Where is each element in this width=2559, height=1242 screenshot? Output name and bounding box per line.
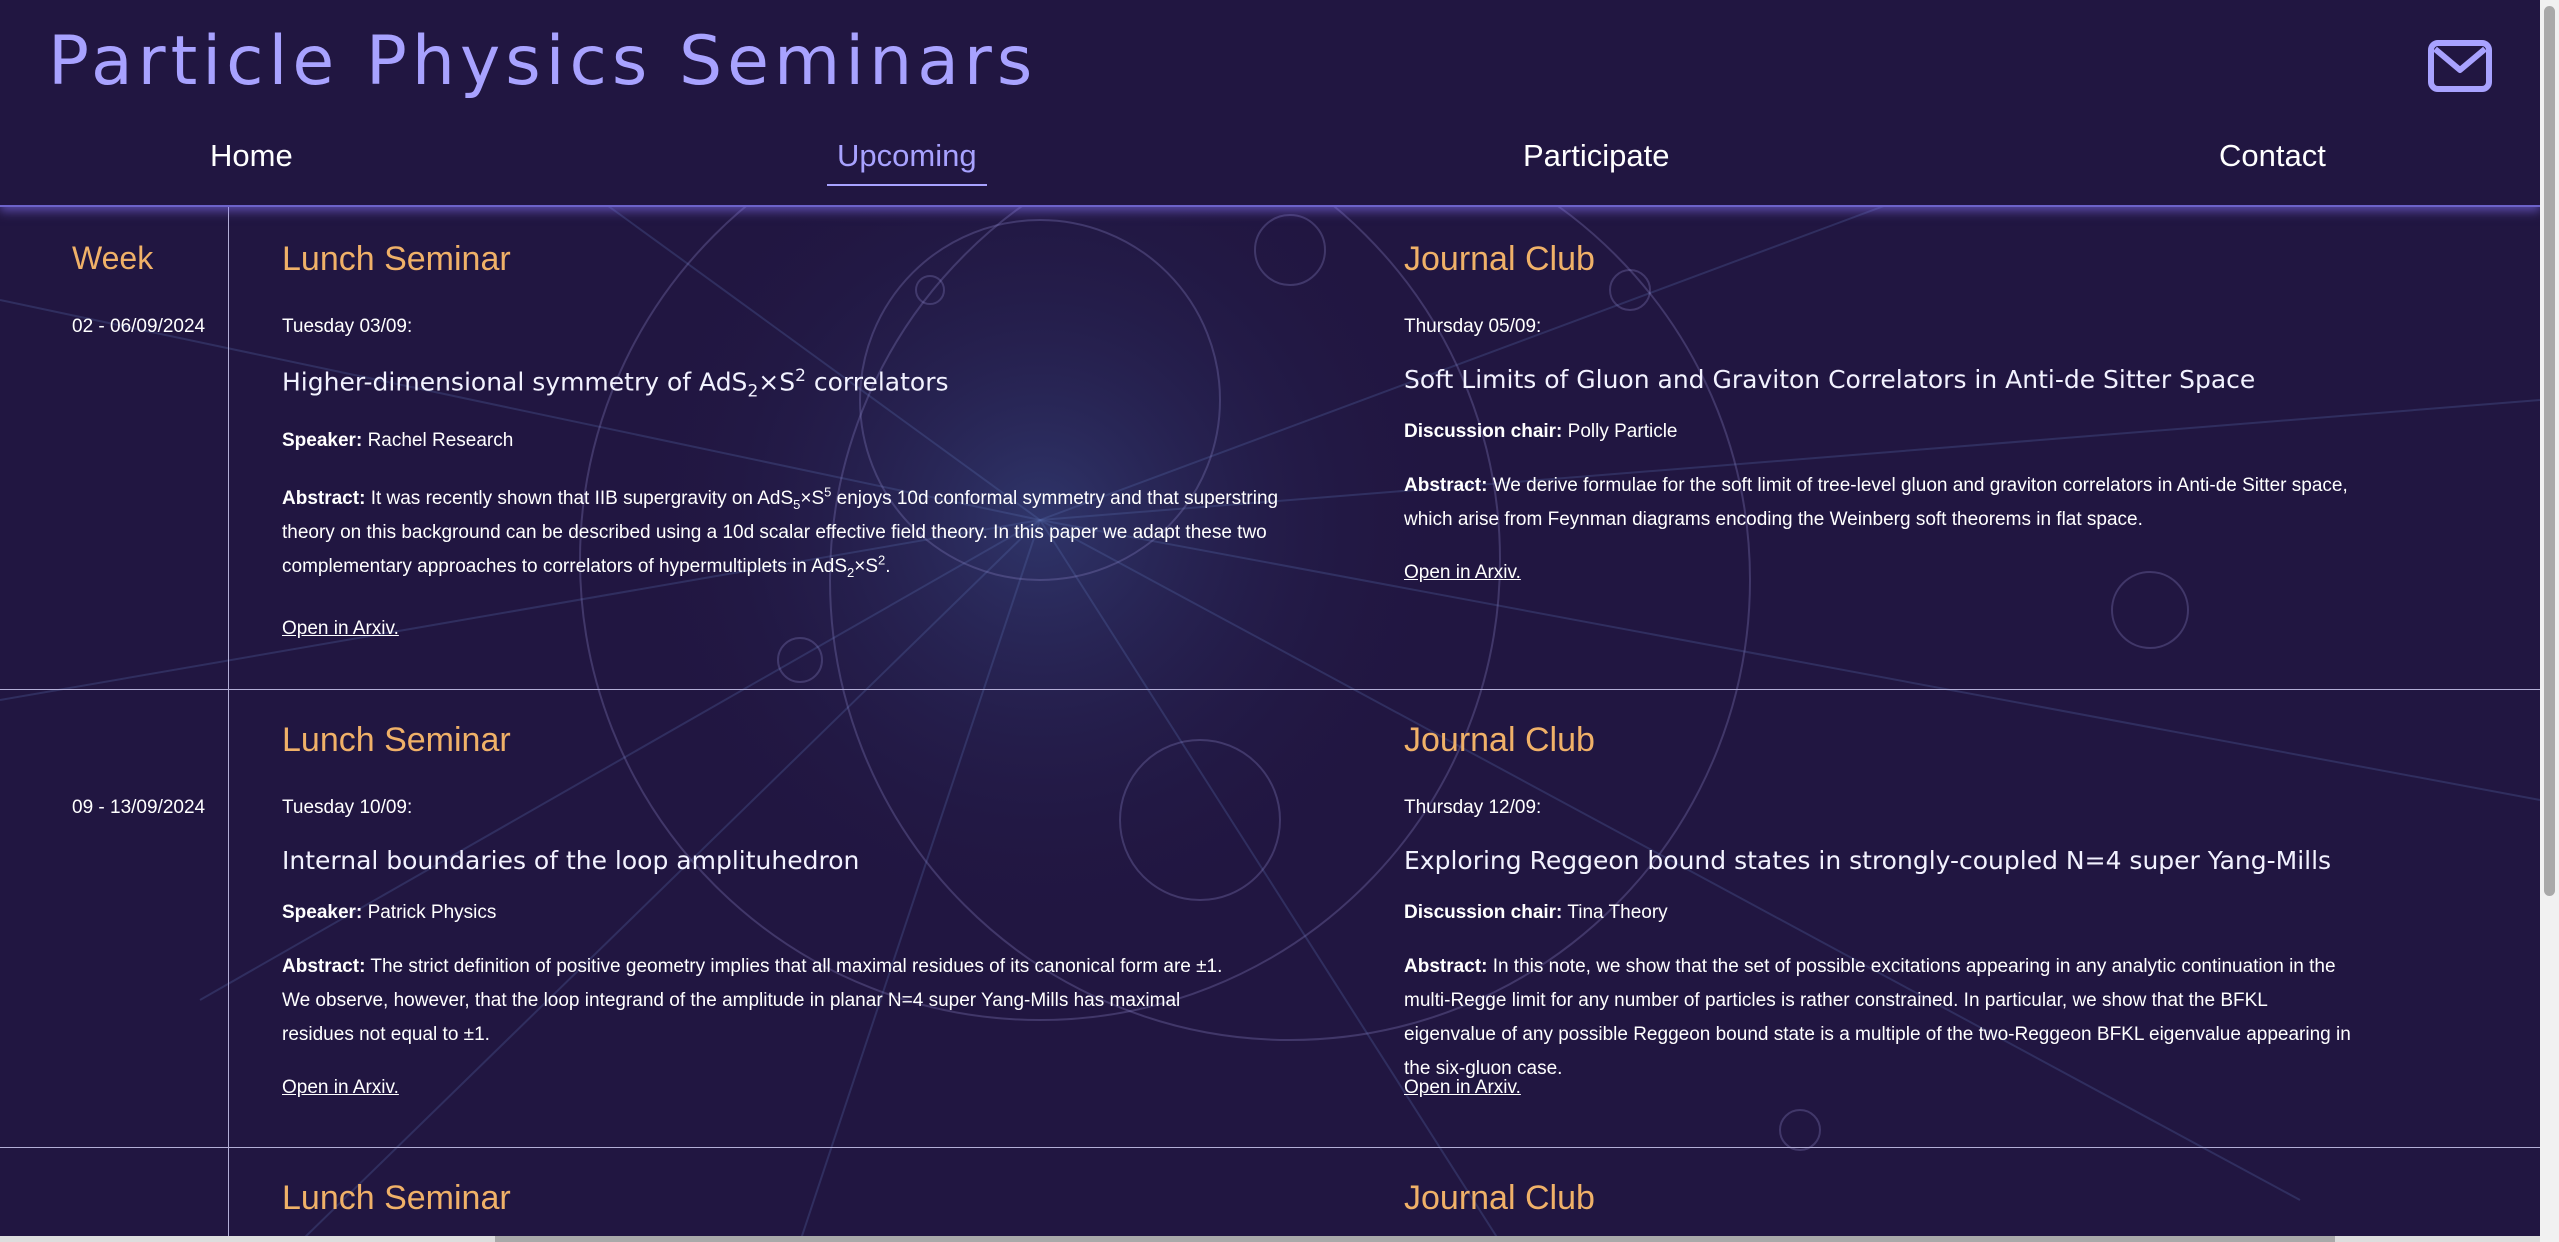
talk-title: Higher-dimensional symmetry of AdS2×S2 c… [282,366,949,402]
section-title-lunch: Lunch Seminar [282,1179,511,1217]
discussion-chair: Discussion chair: Polly Particle [1404,421,1678,442]
nav-upcoming[interactable]: Upcoming [827,138,987,186]
horizontal-scrollbar[interactable] [0,1236,2540,1242]
nav-contact[interactable]: Contact [2219,138,2326,174]
open-in-arxiv-link[interactable]: Open in Arxiv. [1404,1077,1521,1099]
open-in-arxiv-link[interactable]: Open in Arxiv. [282,618,399,640]
speaker: Speaker: Patrick Physics [282,902,497,923]
speaker: Speaker: Rachel Research [282,430,514,451]
talk-day: Thursday 12/09: [1404,797,1542,818]
talk-day: Tuesday 03/09: [282,316,413,337]
open-in-arxiv-link[interactable]: Open in Arxiv. [1404,562,1521,584]
week-column-header: Week [72,240,154,276]
section-title-lunch: Lunch Seminar [282,721,511,759]
abstract: Abstract: It was recently shown that IIB… [282,484,1279,580]
talk-day: Thursday 05/09: [1404,316,1542,337]
week-column-divider [228,205,229,1242]
site-header: Particle Physics Seminars Home Upcoming … [0,0,2540,207]
row-divider [0,689,2540,690]
talk-title: Soft Limits of Gluon and Graviton Correl… [1404,365,2256,394]
week-dates: 02 - 06/09/2024 [72,316,206,337]
open-in-arxiv-link[interactable]: Open in Arxiv. [282,1077,399,1099]
abstract: Abstract: In this note, we show that the… [1404,956,2351,1079]
row-divider [0,1147,2540,1148]
envelope-icon[interactable] [2428,40,2492,92]
nav-home[interactable]: Home [210,138,293,174]
horizontal-scrollbar-thumb[interactable] [495,1236,2335,1242]
section-title-journal: Journal Club [1404,1179,1595,1217]
scrollbar-thumb[interactable] [2544,6,2555,896]
discussion-chair: Discussion chair: Tina Theory [1404,902,1668,923]
abstract: Abstract: We derive formulae for the sof… [1404,475,2348,530]
vertical-scrollbar[interactable] [2540,0,2559,1242]
site-title: Particle Physics Seminars [48,22,1038,101]
talk-title: Exploring Reggeon bound states in strong… [1404,846,2332,875]
section-title-journal: Journal Club [1404,240,1595,278]
talk-title: Internal boundaries of the loop amplituh… [282,846,860,875]
talk-day: Tuesday 10/09: [282,797,413,818]
abstract: Abstract: The strict definition of posit… [282,956,1223,1045]
week-dates: 09 - 13/09/2024 [72,797,206,818]
section-title-journal: Journal Club [1404,721,1595,759]
nav-participate[interactable]: Participate [1523,138,1669,174]
section-title-lunch: Lunch Seminar [282,240,511,278]
